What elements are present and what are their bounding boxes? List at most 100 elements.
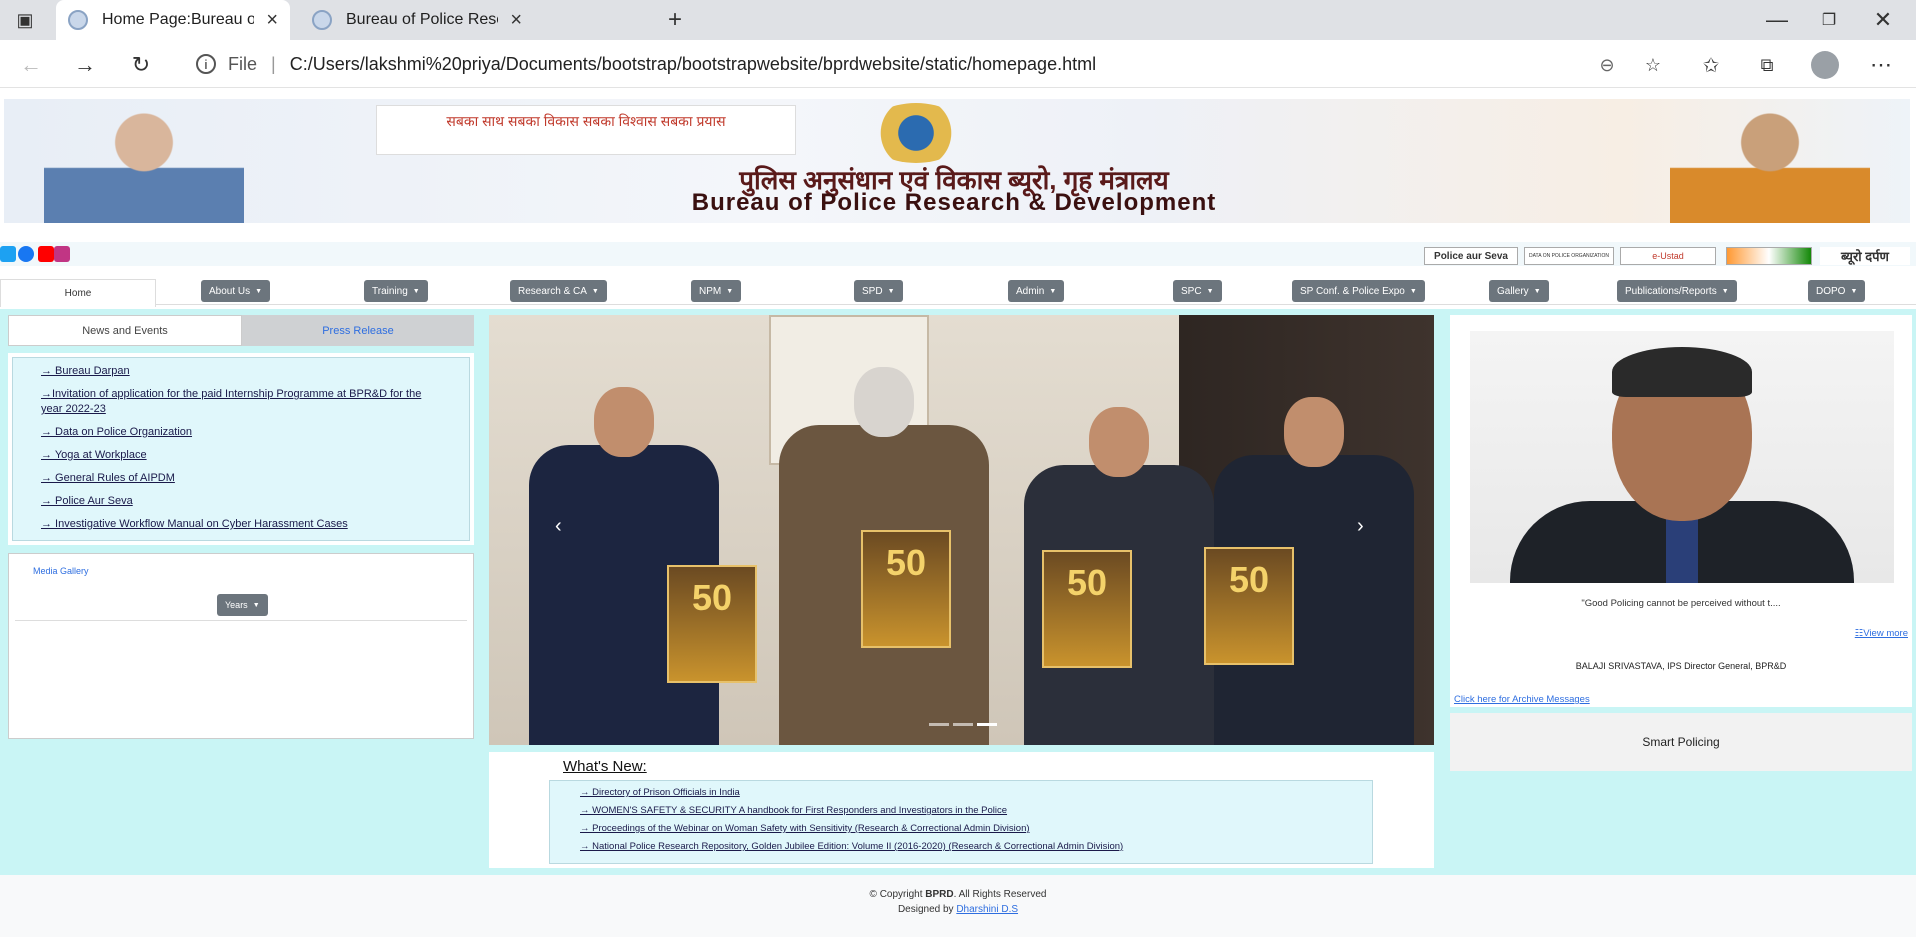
info-icon[interactable]: i (196, 54, 216, 74)
social-bar: Police aur Seva DATA ON POLICE ORGANIZAT… (0, 242, 1916, 266)
book-50-mark: 50 (691, 577, 733, 618)
minimize-icon[interactable]: — (1762, 5, 1792, 35)
profile-icon[interactable] (1810, 50, 1840, 80)
whats-new-link-womens-safety[interactable]: → WOMEN'S SAFETY & SECURITY A handbook f… (580, 805, 1342, 816)
news-list: → Bureau Darpan →Invitation of applicati… (12, 357, 470, 541)
book-50-mark: 50 (1066, 562, 1108, 603)
caret-down-icon: ▼ (1533, 287, 1541, 295)
image-carousel[interactable]: 50 50 50 50 ‹ › (489, 315, 1434, 745)
tab-news-and-events[interactable]: News and Events (8, 315, 242, 346)
back-icon[interactable]: ← (16, 50, 46, 80)
more-menu-icon[interactable]: ⋯ (1866, 50, 1896, 80)
whats-new-link-prison-directory[interactable]: → Directory of Prison Officials in India (580, 787, 1342, 798)
carousel-prev-icon[interactable]: ‹ (555, 515, 562, 538)
twitter-icon[interactable] (0, 246, 16, 262)
close-tab-icon[interactable]: × (266, 9, 278, 32)
bprd-emblem-icon (866, 103, 966, 163)
person-head (854, 367, 914, 437)
close-tab-icon[interactable]: × (510, 9, 522, 32)
archive-messages-link[interactable]: Click here for Archive Messages (1454, 694, 1590, 705)
bureau-darpan-logo[interactable]: ब्यूरो दर्पण (1820, 247, 1910, 265)
nav-label: Research & CA (518, 285, 587, 297)
azadi-logo[interactable] (1726, 247, 1812, 265)
carousel-next-icon[interactable]: › (1357, 515, 1364, 538)
news-tabs: News and Events Press Release (8, 315, 474, 346)
copyright-suffix: . All Rights Reserved (953, 889, 1047, 900)
banner-english-title: Bureau of Police Research & Development (691, 189, 1217, 216)
nav-research[interactable]: Research & CA ▼ (510, 280, 607, 302)
main-content: News and Events Press Release → Bureau D… (0, 309, 1916, 875)
news-link-bureau-darpan[interactable]: → Bureau Darpan (41, 364, 441, 379)
main-navbar: Home About Us ▼ Training ▼ Research & CA ▼ … (0, 279, 1916, 307)
zoom-icon[interactable]: ⊖ (1592, 50, 1622, 80)
nav-dopo[interactable]: DOPO ▼ (1808, 280, 1866, 302)
nav-home[interactable]: Home (0, 279, 156, 307)
nav-sp-conf[interactable]: SP Conf. & Police Expo ▼ (1292, 280, 1425, 302)
web-page: सबका साथ सबका विकास सबका विश्वास सबका प्… (0, 89, 1916, 937)
instagram-icon[interactable] (54, 246, 70, 262)
browser-tabstrip: ▣ Home Page:Bureau of Police Rese × Bure… (0, 0, 1916, 40)
news-link-aipdm-rules[interactable]: → General Rules of AIPDM (41, 471, 441, 486)
dg-message-panel: "Good Policing cannot be perceived witho… (1450, 315, 1912, 707)
favorites-icon[interactable]: ✩ (1696, 50, 1726, 80)
e-ustad-logo[interactable]: e-Ustad (1620, 247, 1716, 265)
data-police-org-logo[interactable]: DATA ON POLICE ORGANIZATION (1524, 247, 1614, 265)
url-text[interactable]: C:/Users/lakshmi%20priya/Documents/boots… (290, 54, 1096, 75)
nav-label: NPM (699, 285, 722, 297)
nav-spc[interactable]: SPC ▼ (1173, 280, 1222, 302)
carousel-indicator-active[interactable] (977, 723, 997, 726)
news-link-cyber-manual[interactable]: → Investigative Workflow Manual on Cyber… (41, 517, 441, 532)
address-separator: | (271, 53, 276, 74)
browser-toolbar: ← → ↻ i File | C:/Users/lakshmi%20priya/… (0, 40, 1916, 88)
carousel-indicator[interactable] (953, 723, 973, 726)
address-bar[interactable]: i File | C:/Users/lakshmi%20priya/Docume… (176, 46, 1676, 82)
police-aur-seva-logo[interactable]: Police aur Seva (1424, 247, 1518, 265)
refresh-icon[interactable]: ↻ (126, 50, 156, 80)
facebook-icon[interactable] (18, 246, 34, 262)
copyright-brand: BPRD (925, 889, 954, 900)
nav-spd[interactable]: SPD ▼ (854, 280, 903, 302)
close-window-icon[interactable]: ✕ (1868, 5, 1898, 35)
new-tab-button[interactable]: + (660, 5, 690, 35)
book-cover: 50 (667, 565, 757, 683)
forward-icon[interactable]: → (70, 50, 100, 80)
nav-label: Training (372, 285, 408, 297)
book-50-mark: 50 (1228, 559, 1270, 600)
carousel-indicator[interactable] (929, 723, 949, 726)
copyright-line: © Copyright BPRD. All Rights Reserved (0, 887, 1916, 902)
person-head (594, 387, 654, 457)
nav-publications[interactable]: Publications/Reports ▼ (1617, 280, 1737, 302)
bprd-favicon-icon (312, 10, 332, 30)
news-link-data-police-org[interactable]: → Data on Police Organization (41, 425, 441, 440)
caret-down-icon: ▼ (591, 287, 599, 295)
news-link-police-aur-seva[interactable]: → Police Aur Seva (41, 494, 441, 509)
news-link-yoga[interactable]: → Yoga at Workplace (41, 448, 441, 463)
header-banner: सबका साथ सबका विकास सबका विश्वास सबका प्… (4, 99, 1910, 223)
restore-icon[interactable]: ❐ (1814, 5, 1844, 35)
nav-label: About Us (209, 285, 251, 297)
browser-tab-active[interactable]: Home Page:Bureau of Police Rese × (56, 0, 290, 40)
nav-admin[interactable]: Admin ▼ (1008, 280, 1065, 302)
nav-npm[interactable]: NPM ▼ (691, 280, 742, 302)
youtube-icon[interactable] (38, 246, 54, 262)
view-more-link[interactable]: ☷View more (1855, 628, 1908, 639)
years-dropdown[interactable]: Years ▼ (217, 594, 268, 616)
whats-new-link-webinar[interactable]: → Proceedings of the Webinar on Woman Sa… (580, 823, 1342, 834)
smart-policing-box[interactable]: Smart Policing (1450, 713, 1912, 771)
browser-tab[interactable]: Bureau of Police Research And D × (300, 0, 534, 40)
tab-title: Bureau of Police Research And D (346, 11, 498, 28)
dg-photo (1470, 331, 1894, 583)
collections-icon[interactable]: ⧉ (1752, 50, 1782, 80)
tab-title: Home Page:Bureau of Police Rese (102, 11, 255, 28)
tab-actions-icon[interactable]: ▣ (10, 5, 40, 35)
add-favorite-icon[interactable]: ☆ (1638, 50, 1668, 80)
designer-link[interactable]: Dharshini D.S (956, 904, 1018, 915)
whats-new-link-repository[interactable]: → National Police Research Repository, G… (580, 841, 1342, 852)
media-gallery-link[interactable]: Media Gallery (33, 566, 449, 576)
news-link-internship[interactable]: →Invitation of application for the paid … (41, 387, 441, 417)
tab-press-release[interactable]: Press Release (242, 315, 474, 346)
nav-about-us[interactable]: About Us ▼ (201, 280, 271, 302)
nav-training[interactable]: Training ▼ (364, 280, 428, 302)
nav-gallery[interactable]: Gallery ▼ (1489, 280, 1549, 302)
caret-down-icon: ▼ (887, 287, 895, 295)
